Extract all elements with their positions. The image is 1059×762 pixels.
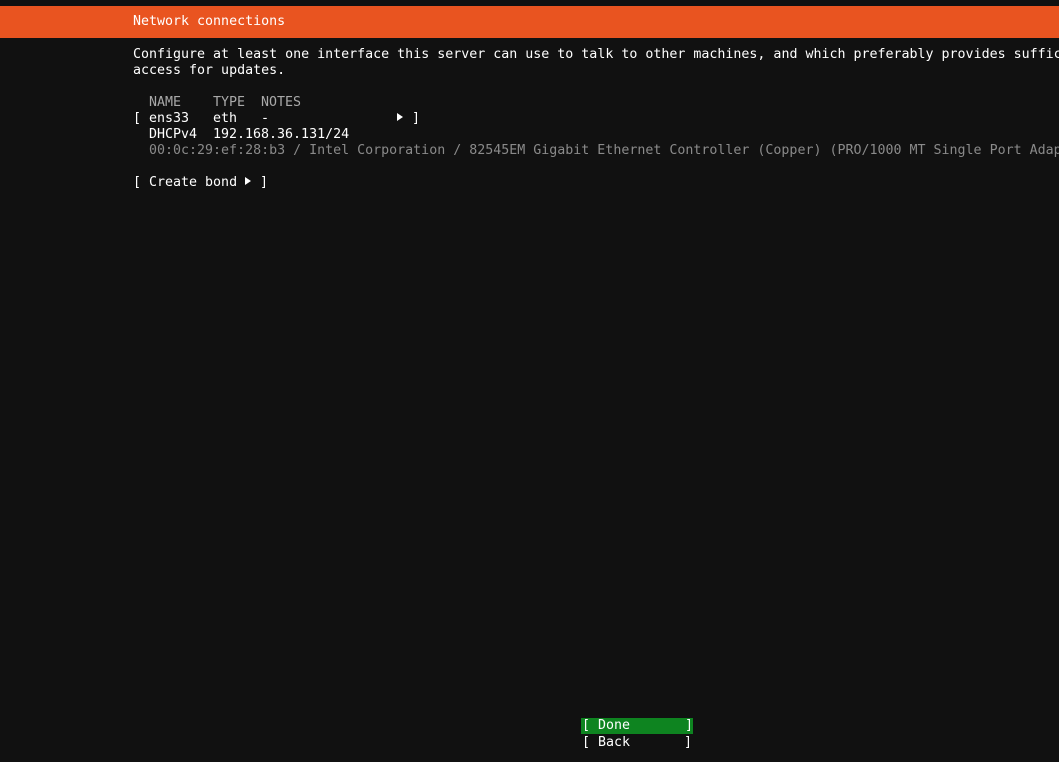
- row-open-bracket: [: [133, 111, 142, 126]
- create-bond-close-bracket: ]: [260, 175, 269, 190]
- row-close-bracket: ]: [412, 111, 421, 126]
- interface-address: 192.168.36.131/24: [213, 127, 350, 142]
- interface-type: eth: [213, 111, 238, 126]
- create-bond-label: [ Create bond: [133, 175, 238, 190]
- back-button-label: [ Back: [582, 735, 631, 750]
- done-button-close-bracket: ]: [685, 718, 694, 733]
- description-line-2: access for updates.: [133, 63, 286, 78]
- interface-name: ens33: [149, 111, 190, 126]
- interface-notes: -: [261, 111, 270, 126]
- column-header-type: TYPE: [213, 95, 246, 110]
- interface-hardware-info: 00:0c:29:ef:28:b3 / Intel Corporation / …: [149, 143, 1059, 158]
- interface-address-mode: DHCPv4: [149, 127, 198, 142]
- column-header-notes: NOTES: [261, 95, 302, 110]
- done-button[interactable]: [ Done ]: [581, 718, 693, 734]
- back-button[interactable]: [ Back ]: [581, 734, 693, 750]
- triangle-right-icon[interactable]: [397, 111, 403, 127]
- description-line-1: Configure at least one interface this se…: [133, 47, 1059, 62]
- column-header-name: NAME: [149, 95, 182, 110]
- done-button-label: [ Done: [582, 718, 631, 733]
- back-button-close-bracket: ]: [684, 735, 693, 750]
- triangle-right-icon: [245, 175, 251, 191]
- page-title: Network connections: [133, 14, 286, 29]
